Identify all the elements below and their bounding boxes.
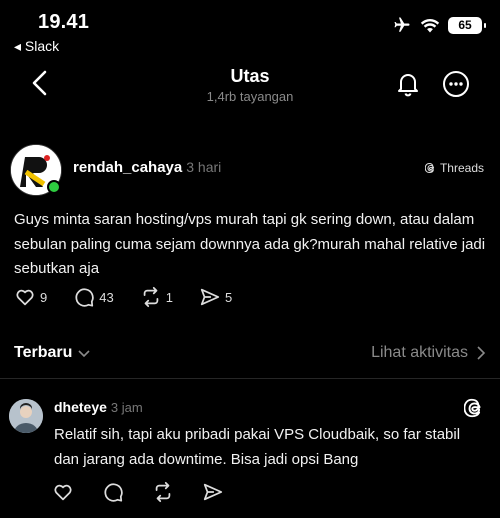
send-icon[interactable] — [202, 481, 224, 503]
repost-icon — [143, 286, 158, 308]
post-time: 3 hari — [186, 159, 222, 175]
status-bar: 19.41 ◂ Slack 65 — [0, 0, 500, 58]
post-actions: 9 43 1 5 — [14, 286, 258, 308]
send-icon — [200, 288, 220, 306]
wifi-icon — [420, 18, 440, 33]
threads-icon — [424, 162, 435, 174]
threads-badge[interactable]: Threads — [424, 161, 484, 175]
sort-label: Terbaru — [14, 344, 73, 361]
heart-icon — [16, 289, 34, 306]
share-button[interactable]: 5 — [199, 286, 232, 308]
view-count: 1,4rb tayangan — [206, 89, 294, 104]
heart-icon[interactable] — [52, 481, 74, 503]
share-count: 5 — [224, 289, 233, 305]
post-body: Guys minta saran hosting/vps murah tapi … — [14, 211, 486, 277]
like-count: 9 — [40, 289, 48, 305]
more-options-icon[interactable] — [442, 70, 470, 98]
repost-button[interactable]: 1 — [140, 286, 173, 308]
comment-button[interactable]: 43 — [73, 286, 114, 308]
status-icons: 65 — [392, 16, 486, 34]
reply-actions — [52, 481, 224, 503]
view-activity-link[interactable]: Lihat aktivitas — [371, 344, 486, 362]
threads-badge-label: Threads — [439, 161, 484, 175]
threads-logo-icon[interactable] — [464, 397, 486, 419]
divider — [0, 378, 500, 379]
repost-icon[interactable] — [152, 481, 174, 503]
clock: 19.41 — [38, 11, 90, 33]
back-to-slack-link[interactable]: ◂ Slack — [14, 38, 59, 55]
sort-bar: Terbaru Lihat aktivitas — [0, 340, 500, 368]
comment-count: 43 — [99, 289, 114, 305]
post-author[interactable]: rendah_cahaya 3 hari — [73, 159, 221, 176]
like-button[interactable]: 9 — [14, 286, 47, 308]
view-activity-label: Lihat aktivitas — [371, 344, 468, 361]
reply-body: Relatif sih, tapi aku pribadi pakai VPS … — [54, 426, 461, 468]
comment-icon — [75, 288, 94, 307]
reply-author[interactable]: dheteye 3 jam — [54, 399, 143, 415]
page-title: Utas — [230, 66, 270, 86]
bell-icon[interactable] — [394, 70, 422, 98]
airplane-icon — [394, 17, 410, 32]
post-author-name[interactable]: rendah_cahaya — [73, 159, 182, 176]
reply-time: 3 jam — [110, 400, 143, 415]
nav-header: Utas 1,4rb tayangan — [0, 58, 500, 118]
comment-icon[interactable] — [102, 481, 124, 503]
chevron-down-icon — [78, 350, 90, 358]
chevron-right-icon — [477, 346, 486, 360]
battery-indicator: 65 — [448, 16, 486, 34]
repost-count: 1 — [165, 289, 173, 305]
online-indicator — [47, 180, 61, 194]
sort-dropdown[interactable]: Terbaru — [14, 344, 90, 362]
reply-avatar-photo — [9, 399, 43, 433]
reply-avatar[interactable] — [9, 399, 43, 433]
reply-author-name[interactable]: dheteye — [54, 399, 107, 415]
